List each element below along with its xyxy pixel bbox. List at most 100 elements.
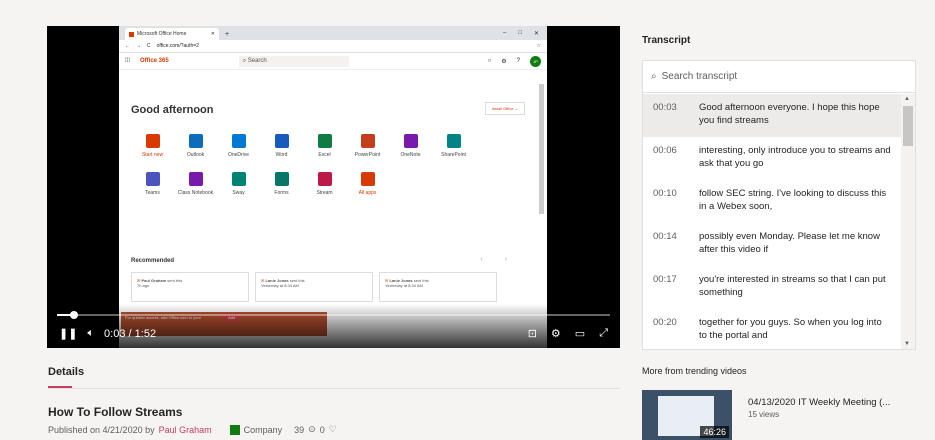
office-brand: Office 365: [140, 58, 169, 64]
video-title: How To Follow Streams: [48, 405, 183, 419]
volume-icon[interactable]: 🔈︎: [87, 327, 94, 340]
app-icon: [274, 172, 289, 186]
likes-count: 0: [319, 424, 325, 435]
app-label: Start new: [141, 152, 164, 158]
trending-duration: 46:26: [700, 426, 729, 438]
app-label: Sway: [232, 190, 245, 196]
search-icon: ⌕: [651, 71, 657, 82]
close-icon: ✕: [210, 31, 215, 37]
transcript-row[interactable]: 00:20 together for you guys. So when you …: [643, 309, 901, 352]
stream-page: Microsoft Office Home ✕ + – □ ✕ ← → C offi…: [0, 0, 935, 440]
views-count: 39: [294, 424, 305, 435]
star-icon: ☆: [536, 43, 541, 49]
group-icon: [229, 424, 240, 435]
transcript-timestamp: 00:14: [653, 231, 677, 242]
player-controls: ❚❚ 🔈︎ 0:03 / 1:52 ⊡ ⚙ ▭ ⤢: [47, 304, 620, 348]
transcript-timestamp: 00:17: [653, 274, 677, 285]
transcript-row[interactable]: 00:17 you're interested in streams so tha…: [643, 266, 901, 309]
browser-tab-title: Microsoft Office Home: [137, 31, 187, 37]
app-icon: [317, 134, 332, 148]
app-label: Teams: [145, 190, 160, 196]
app-tile: OneDrive: [217, 134, 260, 158]
transcript-search[interactable]: ⌕ Search transcript: [643, 61, 915, 93]
theater-mode-icon[interactable]: ▭: [575, 327, 585, 340]
settings-icon[interactable]: ⚙: [551, 327, 561, 340]
recommended-heading: Recommended: [131, 258, 175, 264]
app-icon: [188, 134, 203, 148]
scrollbar: [539, 84, 544, 214]
progress-knob[interactable]: [69, 311, 78, 319]
bell-icon: ○: [487, 58, 492, 64]
address-bar: ← → C office.com/?auth=2 ☆: [119, 40, 547, 53]
app-icon: [360, 172, 375, 186]
scroll-up-icon[interactable]: ▲: [904, 96, 910, 102]
pause-icon[interactable]: ❚❚: [59, 327, 77, 340]
transcript-row[interactable]: 00:03 Good afternoon everyone. I hope thi…: [643, 94, 901, 137]
app-tile: PowerPoint: [346, 134, 389, 158]
group-link[interactable]: Company: [244, 425, 283, 435]
heart-icon[interactable]: ♡: [329, 424, 337, 435]
video-meta: Published on 4/21/2020 by Paul Graham Co…: [48, 424, 337, 435]
duration: 1:52: [134, 327, 157, 340]
app-tile: Teams: [131, 172, 174, 196]
app-tile: Excel: [303, 134, 346, 158]
recommended-card: ✉ Lanie Jonas sent this Yesterday at 8:34…: [379, 272, 497, 302]
transcript-scrollbar[interactable]: ▲ ▼: [901, 94, 915, 349]
office-header: ⁞⁞⁞ Office 365 ⌕ Search ○ ⚙ ? JP: [119, 53, 547, 70]
app-icon: [360, 134, 375, 148]
browser-tab: Microsoft Office Home ✕: [125, 28, 219, 40]
transcript-row[interactable]: 00:14 possibly even Monday. Please let me…: [643, 223, 901, 266]
transcript-row[interactable]: 00:06 interesting, only introduce you to …: [643, 137, 901, 180]
greeting: Good afternoon: [131, 104, 214, 116]
scroll-down-icon[interactable]: ▼: [904, 341, 910, 347]
progress-bar[interactable]: [57, 311, 610, 319]
app-tile: SharePoint: [432, 134, 475, 158]
recommended-cards: ✉ Paul Graham sent this 7h ago ✉ Lanie Jon…: [131, 272, 497, 302]
avatar: JP: [530, 55, 541, 67]
transcript-timestamp: 00:03: [653, 102, 677, 113]
transcript-title: Transcript: [642, 35, 691, 46]
transcript-text: possibly even Monday. Please let me know…: [699, 231, 880, 255]
trending-heading: More from trending videos: [642, 366, 747, 376]
scroll-thumb[interactable]: [903, 106, 913, 146]
transcript-search-input[interactable]: Search transcript: [662, 71, 738, 82]
transcript-text: together for you guys. So when you log i…: [699, 317, 882, 341]
transcript-panel: ⌕ Search transcript 00:03 Good afternoon …: [642, 60, 916, 350]
app-icon: [317, 172, 332, 186]
app-tile: OneNote: [389, 134, 432, 158]
app-label: Word: [275, 152, 288, 158]
details-tab[interactable]: Details: [48, 366, 84, 378]
app-label: PowerPoint: [354, 152, 381, 158]
app-label: Class Notebook: [177, 190, 214, 196]
transcript-row[interactable]: 00:10 follow SEC string. I've looking to …: [643, 180, 901, 223]
transcript-list: 00:03 Good afternoon everyone. I hope thi…: [643, 94, 901, 352]
trending-thumbnail[interactable]: 46:26: [642, 390, 732, 440]
fullscreen-icon[interactable]: ⤢: [599, 327, 608, 340]
recommended-card: ✉ Lanie Jonas sent this Yesterday at 8:34…: [255, 272, 373, 302]
plus-icon: +: [225, 31, 230, 38]
transcript-timestamp: 00:20: [653, 317, 677, 328]
forward-icon: →: [136, 43, 141, 49]
trending-title[interactable]: 04/13/2020 IT Weekly Meeting (...: [748, 397, 890, 408]
app-label: SharePoint: [441, 152, 466, 158]
gear-icon: ⚙: [501, 58, 507, 65]
app-label: Excel: [318, 152, 331, 158]
app-tile: All apps: [346, 172, 389, 196]
current-time: 0:03: [104, 327, 126, 340]
app-icon: [188, 172, 203, 186]
app-grid: Start new Outlook OneDrive Word Excel PowerPo…: [131, 134, 521, 196]
help-icon: ?: [516, 58, 520, 64]
video-frame: Microsoft Office Home ✕ + – □ ✕ ← → C offi…: [119, 26, 547, 348]
trending-views: 15 views: [748, 410, 780, 419]
app-tile: Stream: [303, 172, 346, 196]
transcript-timestamp: 00:06: [653, 145, 677, 156]
captions-icon[interactable]: ⊡: [528, 327, 537, 340]
video-player[interactable]: Microsoft Office Home ✕ + – □ ✕ ← → C offi…: [47, 26, 620, 348]
author-link[interactable]: Paul Graham: [159, 425, 212, 435]
reload-icon: C: [147, 43, 151, 49]
recommended-card: ✉ Paul Graham sent this 7h ago: [131, 272, 249, 302]
install-office: Install Office ⌄: [484, 102, 525, 115]
app-tile: [475, 134, 518, 158]
app-tile: Forms: [260, 172, 303, 196]
app-launcher-icon: ⁞⁞⁞: [125, 58, 131, 64]
